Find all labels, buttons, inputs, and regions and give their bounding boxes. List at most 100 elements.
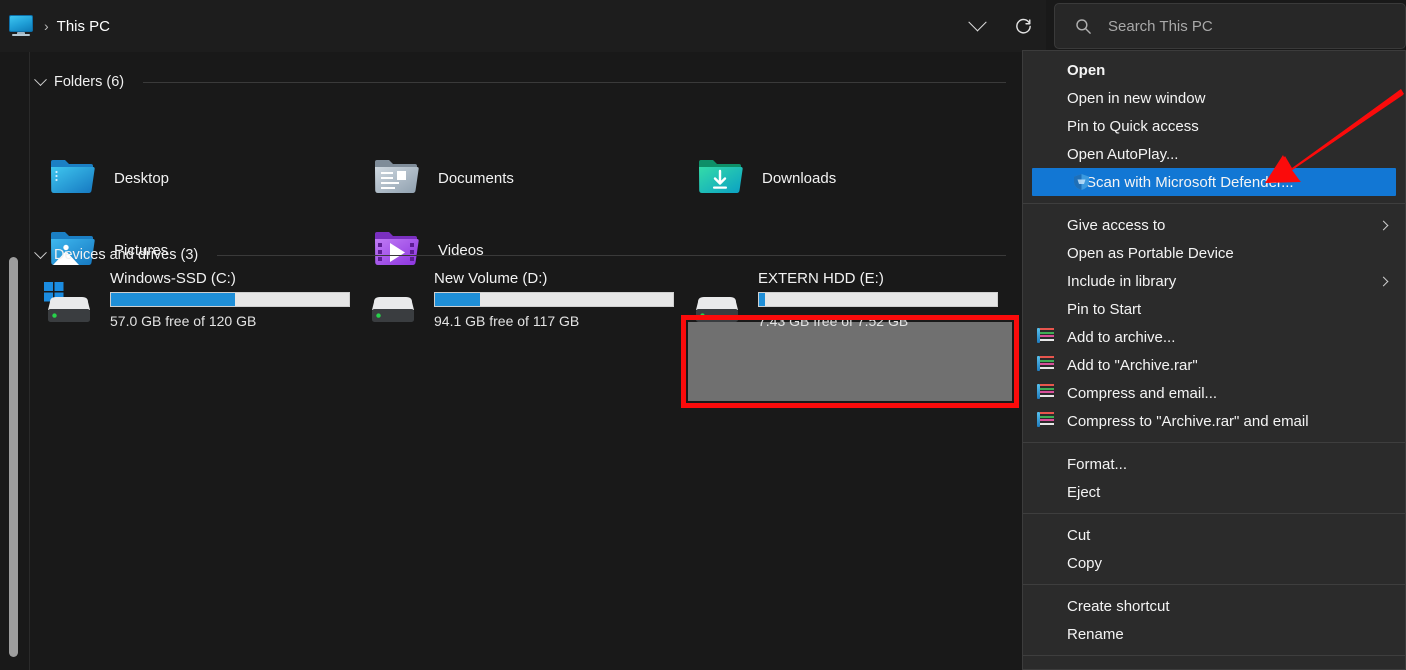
drive-icon (366, 280, 422, 326)
menu-item-copy[interactable]: Copy (1023, 549, 1405, 577)
menu-item-cut[interactable]: Cut (1023, 521, 1405, 549)
drive-icon (690, 280, 746, 326)
breadcrumb-separator: › (44, 19, 49, 33)
search-box[interactable]: Search This PC (1054, 3, 1406, 49)
menu-item-format[interactable]: Format... (1023, 450, 1405, 478)
menu-item-label: Create shortcut (1067, 598, 1170, 615)
menu-item-label: Pin to Start (1067, 301, 1141, 318)
drive-item-d[interactable]: New Volume (D:) 94.1 GB free of 117 GB (366, 270, 674, 329)
defender-shield-icon (1072, 173, 1091, 191)
menu-item-give-access-to[interactable]: Give access to (1023, 211, 1405, 239)
menu-separator (1023, 655, 1405, 656)
winrar-icon (1037, 328, 1055, 346)
menu-item-label: Rename (1067, 626, 1124, 643)
menu-item-rename[interactable]: Rename (1023, 620, 1405, 648)
folder-item-downloads[interactable]: Downloads (696, 157, 836, 199)
drive-name: New Volume (D:) (434, 270, 674, 287)
menu-separator (1023, 513, 1405, 514)
group-header-folders[interactable]: Folders (6) (36, 74, 1006, 90)
menu-item-properties[interactable]: Properties (1023, 663, 1405, 670)
drive-name: EXTERN HDD (E:) (758, 270, 998, 287)
previous-locations-button[interactable] (954, 0, 1000, 52)
group-header-devices[interactable]: Devices and drives (3) (36, 247, 1006, 263)
menu-item-add-to-archive[interactable]: Add to archive... (1023, 323, 1405, 351)
menu-separator (1023, 442, 1405, 443)
menu-item-pin-to-start[interactable]: Pin to Start (1023, 295, 1405, 323)
capacity-bar-fill (111, 293, 235, 306)
capacity-bar-fill (759, 293, 765, 306)
menu-item-label: Eject (1067, 484, 1100, 501)
vertical-scrollbar[interactable] (4, 52, 18, 670)
menu-item-label: Open (1067, 62, 1105, 79)
chevron-down-icon (34, 73, 47, 86)
menu-item-open-autoplay[interactable]: Open AutoPlay... (1023, 140, 1405, 168)
drive-name: Windows-SSD (C:) (110, 270, 350, 287)
drive-info: EXTERN HDD (E:) 7.43 GB free of 7.52 GB (758, 270, 998, 329)
menu-item-label: Add to archive... (1067, 329, 1175, 346)
menu-item-compress-and-email[interactable]: Compress and email... (1023, 379, 1405, 407)
menu-separator (1023, 203, 1405, 204)
menu-item-open-in-new-window[interactable]: Open in new window (1023, 84, 1405, 112)
address-bar[interactable]: › This PC (0, 0, 1046, 52)
drive-windows-icon (42, 280, 98, 326)
menu-item-compress-to-archive-rar-and-email[interactable]: Compress to "Archive.rar" and email (1023, 407, 1405, 435)
folder-item-desktop[interactable]: Desktop (48, 157, 169, 199)
menu-item-label: Include in library (1067, 273, 1176, 290)
menu-item-label: Give access to (1067, 217, 1165, 234)
menu-item-include-in-library[interactable]: Include in library (1023, 267, 1405, 295)
capacity-bar (434, 292, 674, 307)
menu-item-open[interactable]: Open (1023, 56, 1405, 84)
menu-item-add-to-archive-rar[interactable]: Add to "Archive.rar" (1023, 351, 1405, 379)
folder-item-documents[interactable]: Documents (372, 157, 514, 199)
chevron-down-icon (34, 246, 47, 259)
refresh-button[interactable] (1000, 0, 1046, 52)
folder-documents-icon (372, 157, 420, 199)
this-pc-icon (8, 15, 34, 37)
capacity-bar (758, 292, 998, 307)
menu-item-eject[interactable]: Eject (1023, 478, 1405, 506)
menu-item-open-as-portable-device[interactable]: Open as Portable Device (1023, 239, 1405, 267)
menu-item-label: Compress to "Archive.rar" and email (1067, 413, 1309, 430)
menu-separator (1023, 584, 1405, 585)
winrar-icon (1037, 384, 1055, 402)
menu-item-create-shortcut[interactable]: Create shortcut (1023, 592, 1405, 620)
menu-item-scan-with-microsoft-defender[interactable]: Scan with Microsoft Defender... (1032, 168, 1396, 196)
capacity-bar (110, 292, 350, 307)
menu-item-label: Format... (1067, 456, 1127, 473)
scrollbar-thumb[interactable] (9, 257, 18, 657)
drive-info: Windows-SSD (C:) 57.0 GB free of 120 GB (110, 270, 350, 329)
drive-info: New Volume (D:) 94.1 GB free of 117 GB (434, 270, 674, 329)
group-rule (217, 255, 1006, 256)
chevron-right-icon (1379, 220, 1389, 230)
menu-item-label: Add to "Archive.rar" (1067, 357, 1198, 374)
menu-item-label: Open in new window (1067, 90, 1205, 107)
menu-item-label: Pin to Quick access (1067, 118, 1199, 135)
group-label: Devices and drives (3) (54, 247, 198, 263)
winrar-icon (1037, 412, 1055, 430)
menu-item-label: Scan with Microsoft Defender... (1086, 174, 1294, 191)
folder-downloads-icon (696, 157, 744, 199)
folder-label: Downloads (762, 170, 836, 187)
search-icon (1075, 18, 1092, 35)
drive-free-space: 57.0 GB free of 120 GB (110, 313, 350, 329)
folder-desktop-icon (48, 157, 96, 199)
refresh-icon (1014, 17, 1033, 36)
drive-item-e[interactable]: EXTERN HDD (E:) 7.43 GB free of 7.52 GB (690, 270, 998, 329)
menu-item-label: Copy (1067, 555, 1102, 572)
drive-free-space: 94.1 GB free of 117 GB (434, 313, 674, 329)
capacity-bar-fill (435, 293, 480, 306)
folder-label: Desktop (114, 170, 169, 187)
winrar-icon (1037, 356, 1055, 374)
drive-item-c[interactable]: Windows-SSD (C:) 57.0 GB free of 120 GB (42, 270, 350, 329)
breadcrumb: This PC (57, 18, 110, 35)
menu-item-label: Cut (1067, 527, 1090, 544)
search-placeholder: Search This PC (1108, 18, 1213, 35)
chevron-down-icon (968, 13, 986, 31)
context-menu: Open Open in new window Pin to Quick acc… (1022, 50, 1406, 670)
menu-item-pin-to-quick-access[interactable]: Pin to Quick access (1023, 112, 1405, 140)
title-bar: › This PC Search This PC (0, 0, 1406, 52)
file-explorer-window: › This PC Search This PC (0, 0, 1406, 670)
folder-label: Documents (438, 170, 514, 187)
address-bar-buttons (954, 0, 1046, 52)
group-label: Folders (6) (54, 74, 124, 90)
